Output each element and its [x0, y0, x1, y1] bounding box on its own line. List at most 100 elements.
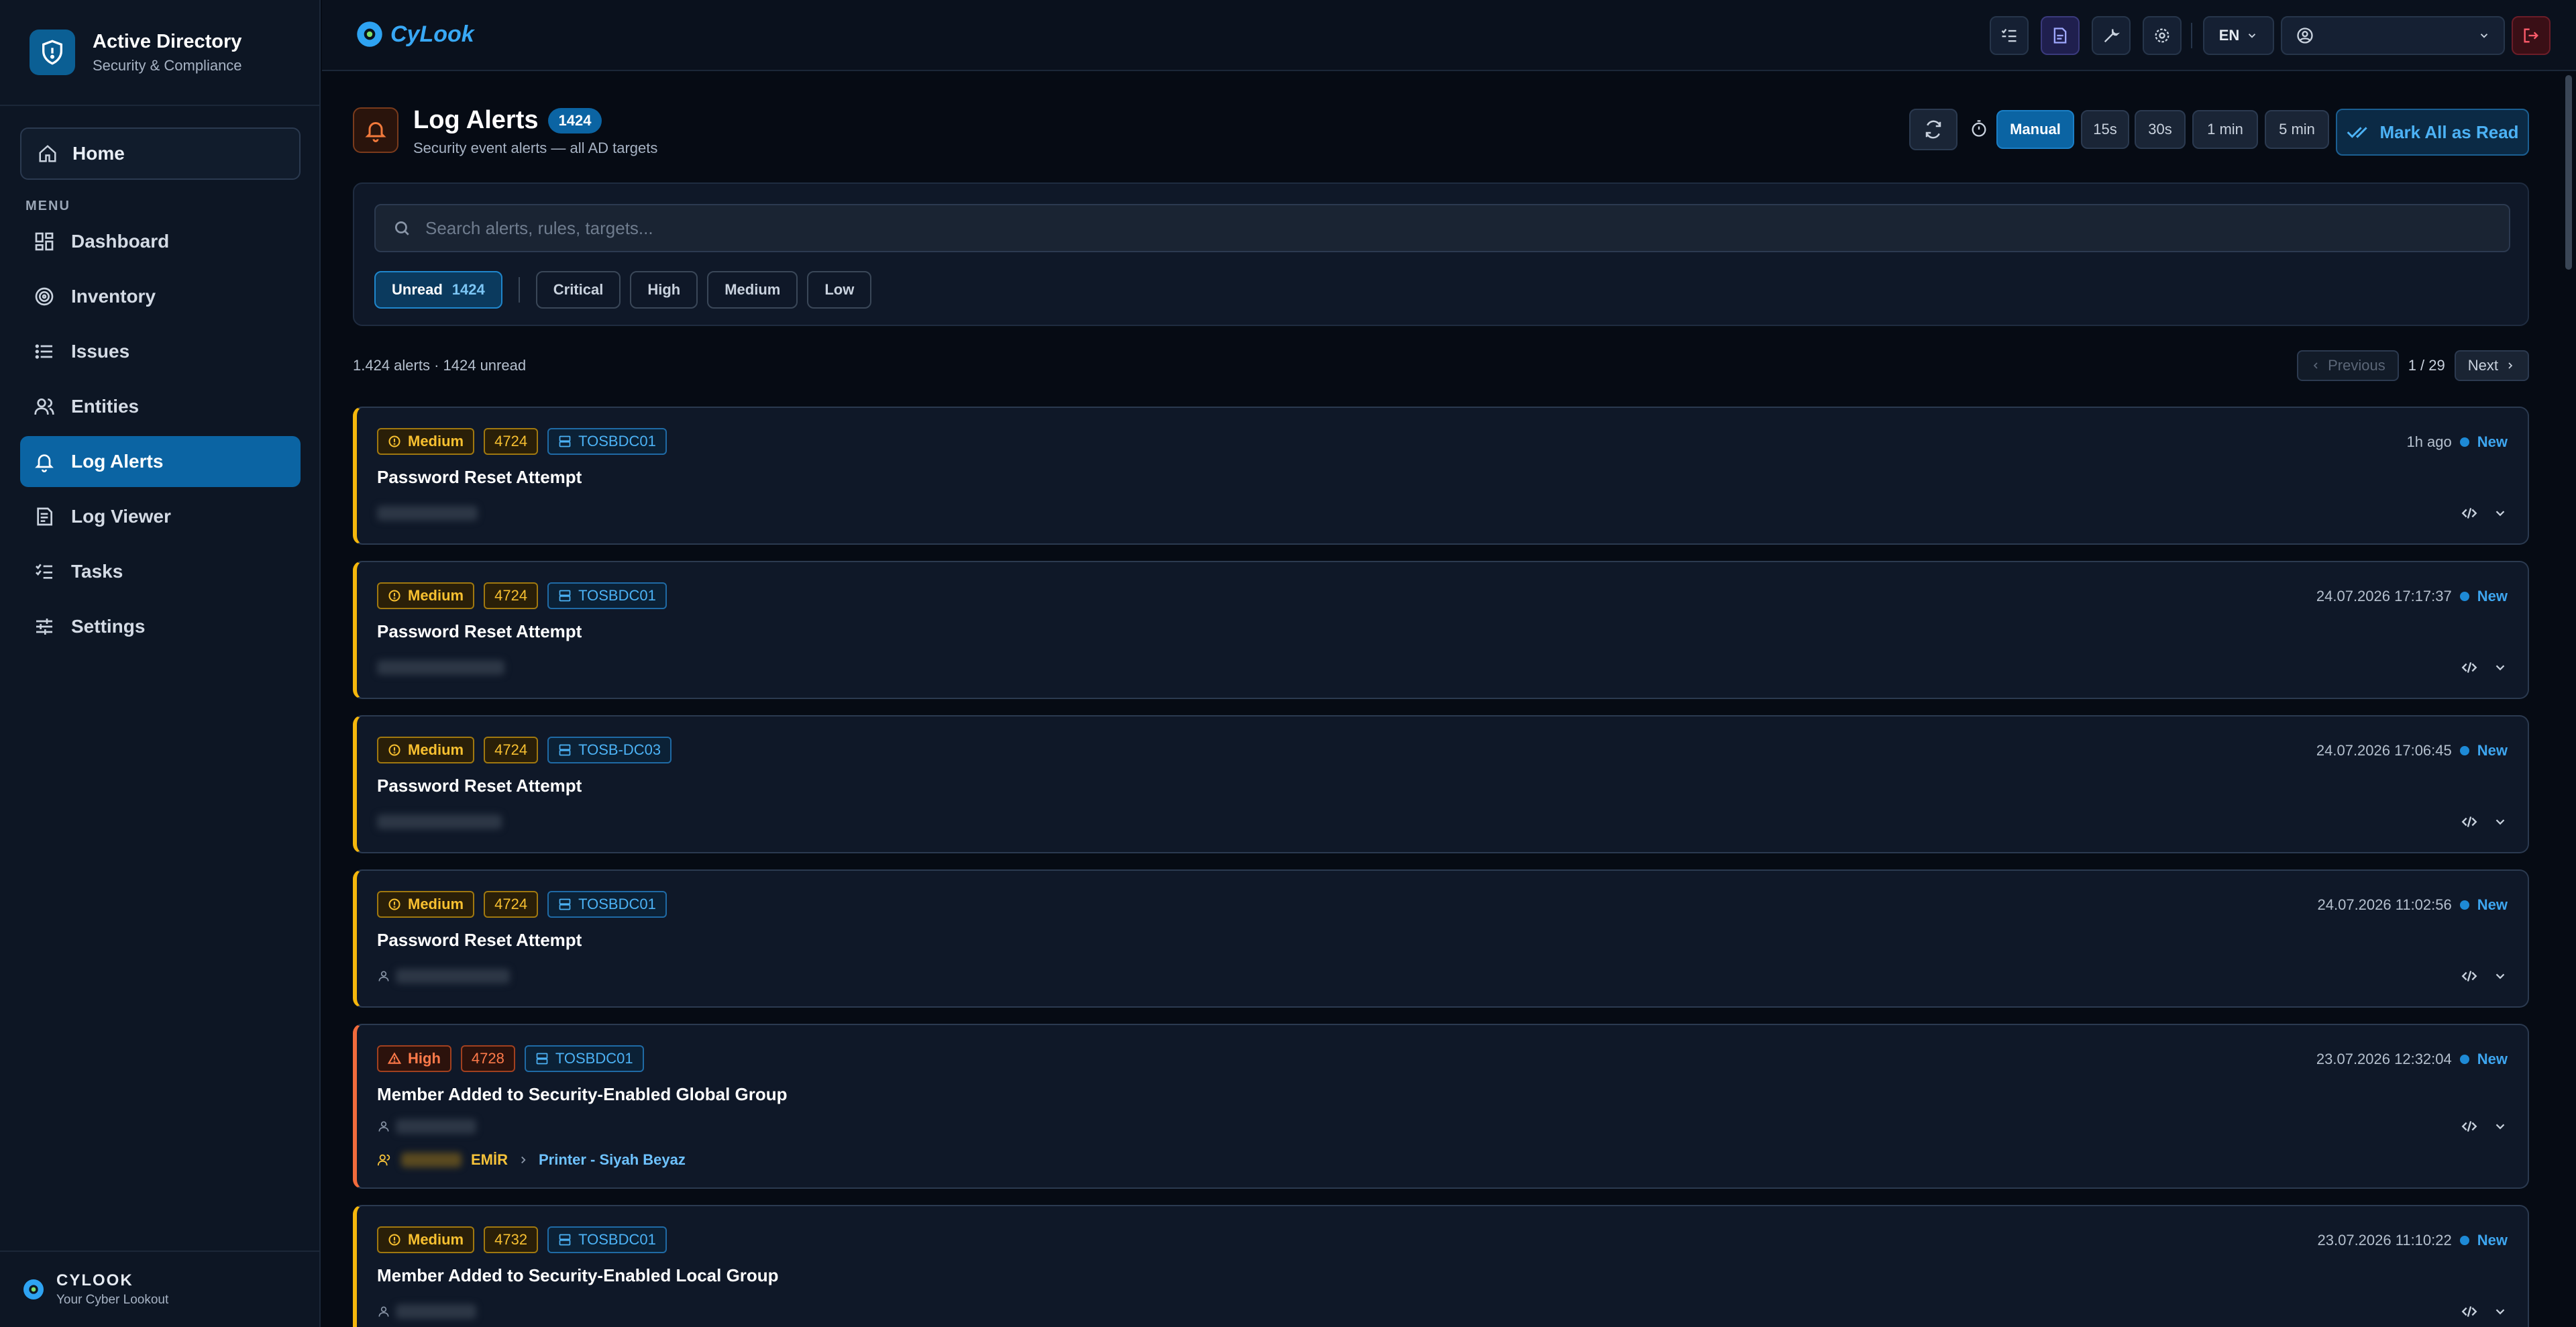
event-id-badge: 4724: [484, 582, 539, 609]
status-label: New: [2477, 1232, 2508, 1249]
sidebar-item-label: Entities: [71, 396, 140, 417]
host-label: TOSBDC01: [578, 587, 656, 604]
filter-low[interactable]: Low: [807, 271, 872, 309]
alert-meta: 24.07.2026 17:06:45 New: [2316, 742, 2508, 759]
home-button[interactable]: Home: [20, 127, 301, 180]
alert-title: Member Added to Security-Enabled Global …: [377, 1084, 788, 1104]
filter-critical[interactable]: Critical: [535, 271, 621, 309]
report-button[interactable]: [2041, 16, 2080, 55]
severity-badge: Medium: [377, 582, 475, 609]
redacted-text: [377, 506, 478, 521]
top-logo[interactable]: CyLook: [353, 17, 474, 51]
previous-page-button[interactable]: Previous: [2297, 350, 2399, 381]
alerts-summary: 1.424 alerts · 1424 unread: [353, 357, 527, 374]
interval-15s[interactable]: 15s: [2081, 110, 2129, 149]
logout-button[interactable]: [2512, 16, 2551, 55]
chevron-down-icon[interactable]: [2493, 1304, 2508, 1319]
filter-high[interactable]: High: [630, 271, 698, 309]
alert-card[interactable]: Medium 4724 TOSBDC01 Password Reset Atte…: [353, 869, 2529, 1008]
host-badge[interactable]: TOSB-DC03: [547, 737, 672, 763]
language-select[interactable]: EN: [2203, 16, 2274, 55]
code-icon[interactable]: [2461, 967, 2478, 985]
sidebar-footer: CYLOOK Your Cyber Lookout: [0, 1251, 319, 1327]
interval-1min[interactable]: 1 min: [2192, 110, 2258, 149]
host-badge[interactable]: TOSBDC01: [547, 891, 667, 918]
users-icon: [34, 399, 54, 415]
filter-chips: Unread 1424 Critical High Medium Low: [374, 271, 872, 309]
alert-card[interactable]: High 4728 TOSBDC01 Member Added to Secur…: [353, 1024, 2529, 1189]
status-label: New: [2477, 742, 2508, 759]
alert-time: 24.07.2026 17:17:37: [2316, 588, 2452, 604]
chevron-down-icon[interactable]: [2493, 1119, 2508, 1134]
alert-card[interactable]: Medium 4724 TOSB-DC03 Password Reset Att…: [353, 715, 2529, 853]
sidebar-item-log-alerts[interactable]: Log Alerts: [20, 436, 301, 487]
cylook-logo-icon: [357, 21, 382, 47]
search-input[interactable]: Search alerts, rules, targets...: [374, 204, 2510, 252]
refresh-button[interactable]: [1909, 109, 1957, 150]
host-badge[interactable]: TOSBDC01: [547, 582, 667, 609]
severity-label: Medium: [408, 741, 464, 758]
info-circle-icon: [388, 898, 400, 910]
unread-filter-chip[interactable]: Unread 1424: [374, 271, 502, 309]
severity-badge: Medium: [377, 1226, 475, 1253]
sidebar-item-inventory[interactable]: Inventory: [20, 271, 301, 322]
sidebar-item-tasks[interactable]: Tasks: [20, 546, 301, 597]
server-icon: [559, 1234, 571, 1246]
status-label: New: [2477, 896, 2508, 913]
code-icon[interactable]: [2461, 813, 2478, 831]
previous-label: Previous: [2328, 357, 2385, 374]
alert-card[interactable]: Medium 4724 TOSBDC01 Password Reset Atte…: [353, 407, 2529, 545]
tools-button[interactable]: [2092, 16, 2131, 55]
code-icon[interactable]: [2461, 659, 2478, 676]
refresh-icon: [1925, 120, 1941, 139]
sidebar-item-entities[interactable]: Entities: [20, 381, 301, 432]
code-icon[interactable]: [2461, 505, 2478, 522]
mark-all-read-button[interactable]: Mark All as Read: [2336, 109, 2529, 156]
sidebar-item-label: Dashboard: [71, 231, 170, 252]
timer-icon: [1972, 120, 1986, 137]
sidebar-item-issues[interactable]: Issues: [20, 326, 301, 377]
app-title: Active Directory: [93, 30, 242, 52]
language-value: EN: [2218, 27, 2240, 44]
sidebar-item-dashboard[interactable]: Dashboard: [20, 216, 301, 267]
chevron-down-icon[interactable]: [2493, 660, 2508, 675]
chevron-down-icon[interactable]: [2493, 506, 2508, 521]
sidebar-item-label: Tasks: [71, 561, 123, 582]
alert-card[interactable]: Medium 4732 TOSBDC01 Member Added to Sec…: [353, 1205, 2529, 1327]
user-menu[interactable]: [2281, 16, 2505, 55]
sidebar-item-settings[interactable]: Settings: [20, 601, 301, 652]
redacted-user: [377, 1304, 476, 1319]
event-id-badge: 4724: [484, 428, 539, 455]
group-name[interactable]: Printer - Siyah Beyaz: [539, 1151, 686, 1169]
severity-badge: Medium: [377, 737, 475, 763]
alert-card[interactable]: Medium 4724 TOSBDC01 Password Reset Atte…: [353, 561, 2529, 699]
checklist-button[interactable]: [1990, 16, 2029, 55]
next-page-button[interactable]: Next: [2454, 350, 2529, 381]
sidebar-item-log-viewer[interactable]: Log Viewer: [20, 491, 301, 542]
interval-5min[interactable]: 5 min: [2265, 110, 2329, 149]
page-scrollbar[interactable]: [2565, 75, 2572, 270]
footer-title: CYLOOK: [56, 1271, 133, 1289]
chevron-down-icon[interactable]: [2493, 814, 2508, 829]
brand: Active Directory Security & Compliance: [0, 0, 319, 106]
alert-tools: [2461, 813, 2508, 831]
filter-medium[interactable]: Medium: [707, 271, 798, 309]
settings-button[interactable]: [2143, 16, 2182, 55]
interval-30s[interactable]: 30s: [2135, 110, 2186, 149]
host-badge[interactable]: TOSBDC01: [547, 428, 667, 455]
status-label: New: [2477, 1051, 2508, 1067]
unread-dot: [2459, 900, 2469, 910]
redacted-user: [377, 660, 504, 675]
code-icon[interactable]: [2461, 1118, 2478, 1135]
alert-list: Medium 4724 TOSBDC01 Password Reset Atte…: [353, 407, 2529, 1327]
chevron-down-icon: [2249, 34, 2256, 38]
redacted-text: [401, 1153, 462, 1167]
interval-manual[interactable]: Manual: [1996, 110, 2074, 149]
host-badge[interactable]: TOSBDC01: [547, 1226, 667, 1253]
code-icon[interactable]: [2461, 1303, 2478, 1320]
search-icon: [394, 221, 409, 235]
host-badge[interactable]: TOSBDC01: [524, 1045, 644, 1072]
chevron-down-icon[interactable]: [2493, 969, 2508, 984]
cylook-logo-icon: [23, 1279, 44, 1299]
server-icon: [559, 744, 571, 756]
